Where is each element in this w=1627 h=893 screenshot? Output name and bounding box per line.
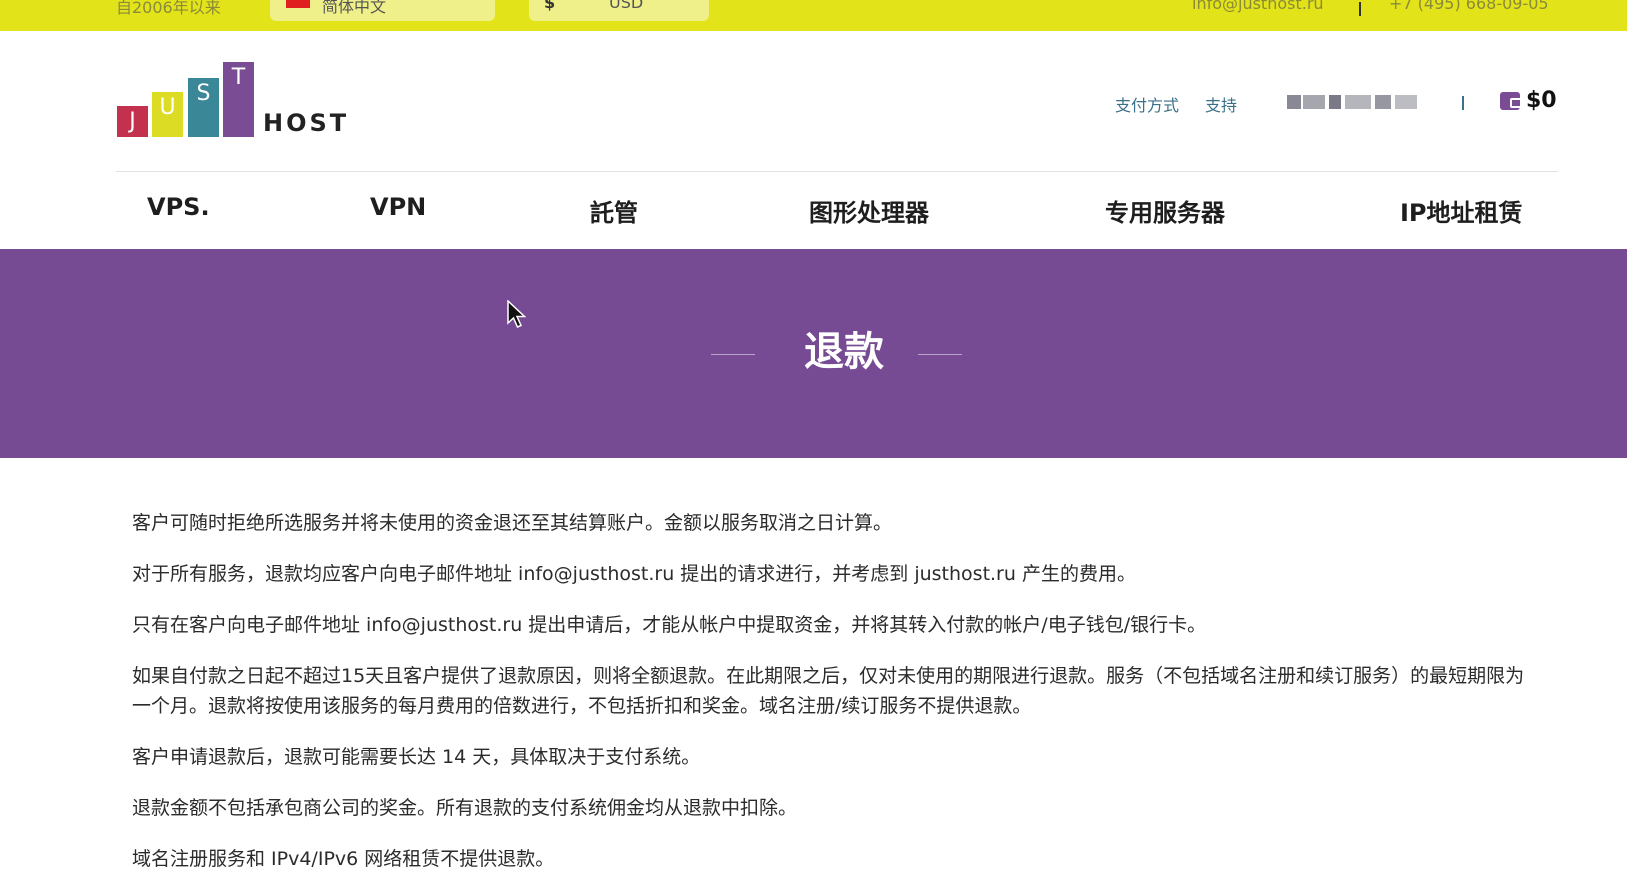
- logo-letter-j: J: [117, 106, 148, 137]
- china-flag-icon: [286, 0, 310, 8]
- policy-paragraph: 退款金额不包括承包商公司的奖金。所有退款的支付系统佣金均从退款中扣除。: [132, 797, 798, 819]
- policy-paragraph: 客户申请退款后，退款可能需要长达 14 天，具体取决于支付系统。: [132, 746, 701, 768]
- currency-symbol: $: [544, 0, 556, 12]
- currency-selector[interactable]: $ USD: [529, 0, 709, 21]
- payment-methods-link[interactable]: 支付方式: [1115, 92, 1179, 116]
- policy-paragraph: 只有在客户向电子邮件地址 info@justhost.ru 提出申请后，才能从帐…: [132, 614, 1207, 636]
- page-title: 退款: [804, 329, 884, 375]
- balance[interactable]: $0: [1526, 88, 1557, 113]
- nav-item-gpu[interactable]: 图形处理器: [809, 193, 929, 228]
- nav-item-vps[interactable]: VPS.: [147, 193, 210, 221]
- nav-item-ip-rental[interactable]: IP地址租赁: [1400, 193, 1523, 228]
- support-link[interactable]: 支持: [1205, 92, 1237, 116]
- account-name-blurred[interactable]: [1287, 92, 1427, 112]
- since-label: 自2006年以来: [116, 0, 221, 17]
- nav-divider: [116, 171, 1558, 172]
- logo-host-text: HOST: [263, 109, 350, 137]
- top-bar: 自2006年以来 简体中文 $ USD info@justhost.ru +7 …: [0, 0, 1627, 31]
- divider: [1359, 2, 1361, 16]
- policy-paragraph: 如果自付款之日起不超过15天且客户提供了退款原因，则将全额退款。在此期限之后，仅…: [132, 665, 1525, 717]
- title-decoration-right: [918, 354, 962, 355]
- email-link[interactable]: info@justhost.ru: [1192, 0, 1324, 13]
- page-banner: 退款: [0, 249, 1627, 458]
- logo-letter-t: T: [223, 62, 254, 137]
- refund-policy-content: 客户可随时拒绝所选服务并将未使用的资金退还至其结算账户。金额以服务取消之日计算。…: [132, 508, 1532, 893]
- policy-paragraph: 对于所有服务，退款均应客户向电子邮件地址 info@justhost.ru 提出…: [132, 563, 1136, 585]
- nav-item-hosting[interactable]: 託管: [590, 193, 638, 228]
- justhost-logo[interactable]: J U S T HOST: [117, 62, 346, 137]
- logo-letter-s: S: [188, 78, 219, 137]
- language-label: 简体中文: [322, 0, 387, 16]
- mouse-cursor-icon: [507, 300, 527, 328]
- nav-item-vpn[interactable]: VPN: [370, 193, 426, 221]
- wallet-icon[interactable]: [1500, 92, 1522, 110]
- phone-link[interactable]: +7 (495) 668-09-05: [1389, 0, 1549, 13]
- title-decoration-left: [711, 354, 755, 355]
- logo-letter-u: U: [152, 92, 183, 137]
- currency-code: USD: [609, 0, 644, 12]
- divider: [1462, 96, 1464, 110]
- policy-paragraph: 域名注册服务和 IPv4/IPv6 网络租赁不提供退款。: [132, 848, 555, 870]
- policy-paragraph: 客户可随时拒绝所选服务并将未使用的资金退还至其结算账户。金额以服务取消之日计算。: [132, 512, 893, 534]
- nav-item-dedicated-servers[interactable]: 专用服务器: [1105, 193, 1225, 228]
- language-selector[interactable]: 简体中文: [270, 0, 495, 21]
